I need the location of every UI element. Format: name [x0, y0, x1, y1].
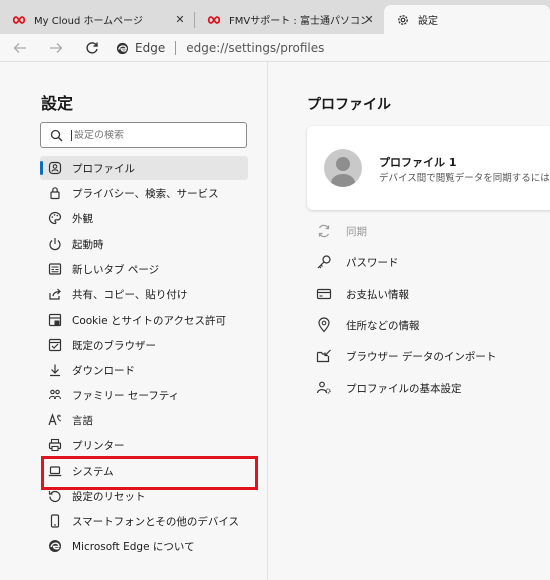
url-text[interactable]: edge://settings/profiles — [186, 41, 324, 55]
search-icon — [49, 128, 63, 142]
sidebar-item[interactable]: 言語 — [40, 408, 248, 432]
back-button[interactable] — [10, 38, 30, 58]
tab-label: FMVサポート : 富士通パソコン — [229, 16, 370, 27]
settings-link-label: プロファイルの基本設定 — [346, 382, 462, 395]
address-toolbar: Edge edge://settings/profiles — [0, 34, 550, 62]
refresh-icon — [86, 42, 98, 54]
refresh-button[interactable] — [82, 38, 102, 58]
sidebar-item[interactable]: 既定のブラウザー — [40, 333, 248, 357]
close-icon[interactable]: ✕ — [363, 13, 375, 26]
sidebar-item-label: プライバシー、検索、サービス — [72, 187, 219, 200]
tab-fmv-support[interactable]: FMVサポート : 富士通パソコン ✕ — [195, 5, 383, 34]
sidebar-item[interactable]: ファミリー セーフティ — [40, 383, 248, 407]
sidebar-item-label: ダウンロード — [72, 364, 135, 377]
settings-link[interactable]: 住所などの情報 — [316, 317, 420, 333]
address-bar[interactable]: Edge edge://settings/profiles — [116, 38, 324, 58]
settings-page: 設定 プロファイルプライバシー、検索、サービス外観起動時新しいタブ ページ共有、… — [0, 62, 550, 580]
sidebar-item[interactable]: 共有、コピー、貼り付け — [40, 282, 248, 306]
location-icon — [316, 317, 332, 333]
tab-label: My Cloud ホームページ — [34, 16, 143, 27]
profile-card[interactable]: プロファイル 1 デバイス間で閲覧データを同期するには、 — [307, 126, 550, 210]
settings-link-label: お支払い情報 — [346, 288, 409, 301]
printer-icon — [48, 438, 62, 452]
settings-sidebar: 設定 プロファイルプライバシー、検索、サービス外観起動時新しいタブ ページ共有、… — [0, 62, 268, 580]
highlight-box — [41, 456, 258, 490]
sidebar-item[interactable]: スマートフォンとその他のデバイス — [40, 509, 248, 533]
address-divider — [175, 41, 177, 55]
gear-icon — [396, 13, 410, 27]
family-icon — [48, 388, 62, 402]
page-title: プロファイル — [307, 97, 391, 113]
settings-link-label: 住所などの情報 — [346, 319, 420, 332]
lock-icon — [48, 186, 62, 200]
mycloud-logo-icon — [12, 13, 26, 27]
profile-description: デバイス間で閲覧データを同期するには、 — [379, 173, 550, 184]
sidebar-item-label: 外観 — [72, 212, 93, 225]
settings-link[interactable]: プロファイルの基本設定 — [316, 380, 462, 396]
sidebar-item-label: プロファイル — [72, 162, 135, 175]
edge-logo-icon — [116, 42, 129, 55]
sidebar-item-label: ファミリー セーフティ — [72, 389, 180, 402]
settings-link[interactable]: お支払い情報 — [316, 286, 409, 302]
sidebar-item[interactable]: 起動時 — [40, 232, 248, 256]
default-browser-icon — [48, 338, 62, 352]
sidebar-item[interactable]: プロファイル — [40, 156, 248, 180]
avatar — [324, 149, 362, 187]
sidebar-item-label: 設定のリセット — [72, 490, 146, 503]
sidebar-item-label: 言語 — [72, 414, 93, 427]
share-icon — [48, 287, 62, 301]
close-icon[interactable]: ✕ — [174, 13, 186, 26]
sidebar-item-label: Microsoft Edge について — [72, 540, 195, 553]
power-icon — [48, 237, 62, 251]
phone-icon — [48, 514, 62, 528]
sidebar-item[interactable]: Microsoft Edge について — [40, 534, 248, 558]
settings-link-label: ブラウザー データのインポート — [346, 350, 497, 363]
forward-arrow-icon — [50, 43, 63, 53]
tab-mycloud[interactable]: My Cloud ホームページ ✕ — [0, 5, 194, 34]
forward-button[interactable] — [46, 38, 66, 58]
sidebar-item[interactable]: 新しいタブ ページ — [40, 257, 248, 281]
sidebar-item-label: Cookie とサイトのアクセス許可 — [72, 314, 226, 327]
edge-logo-icon — [48, 539, 62, 553]
tab-strip: My Cloud ホームページ ✕ FMVサポート : 富士通パソコン ✕ 設定 — [0, 0, 550, 34]
sidebar-item-label: スマートフォンとその他のデバイス — [72, 515, 240, 528]
sidebar-item[interactable]: Cookie とサイトのアクセス許可 — [40, 308, 248, 332]
back-arrow-icon — [13, 43, 26, 53]
settings-link[interactable]: パスワード — [316, 254, 399, 270]
settings-search[interactable] — [40, 122, 247, 148]
sidebar-title: 設定 — [41, 94, 74, 113]
people-settings-icon — [316, 380, 332, 396]
profile-name: プロファイル 1 — [379, 156, 457, 169]
sidebar-item-label: 共有、コピー、貼り付け — [72, 288, 188, 301]
newtab-icon — [48, 262, 62, 276]
profiles-panel: プロファイル プロファイル 1 デバイス間で閲覧データを同期するには、 同期パス… — [269, 62, 550, 580]
sidebar-item[interactable]: プライバシー、検索、サービス — [40, 181, 248, 205]
language-icon — [48, 413, 62, 427]
settings-link-label: 同期 — [346, 225, 367, 238]
key-icon — [316, 254, 332, 270]
search-input[interactable] — [71, 129, 231, 141]
sidebar-item-label: 起動時 — [72, 238, 104, 251]
settings-link-label: パスワード — [346, 256, 399, 269]
sidebar-item-label: 新しいタブ ページ — [72, 263, 160, 276]
reset-icon — [48, 489, 62, 503]
palette-icon — [48, 211, 62, 225]
card-icon — [316, 286, 332, 302]
profile-icon — [48, 161, 62, 175]
settings-link[interactable]: ブラウザー データのインポート — [316, 348, 496, 364]
download-icon — [48, 363, 62, 377]
sidebar-item[interactable]: プリンター — [40, 433, 248, 457]
site-label: Edge — [135, 41, 166, 55]
tab-label: 設定 — [418, 16, 438, 27]
settings-link: 同期 — [316, 223, 367, 239]
sidebar-item-label: 既定のブラウザー — [72, 339, 156, 352]
mycloud-logo-icon — [207, 13, 221, 27]
import-icon — [316, 348, 332, 364]
tab-settings[interactable]: 設定 — [384, 5, 550, 34]
sidebar-item[interactable]: ダウンロード — [40, 358, 248, 382]
cookie-icon — [48, 313, 62, 327]
sidebar-item[interactable]: 外観 — [40, 206, 248, 230]
sidebar-item-label: プリンター — [72, 439, 125, 452]
sync-icon — [316, 223, 332, 239]
